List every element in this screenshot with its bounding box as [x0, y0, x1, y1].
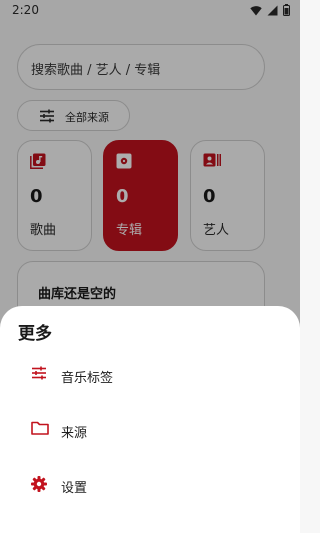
gear-icon	[31, 476, 47, 492]
sheet-item-sources[interactable]: 来源	[0, 408, 300, 452]
folder-icon	[31, 421, 49, 435]
sheet-item-label: 设置	[61, 481, 88, 496]
more-bottom-sheet: 更多 音乐标签 来源 设置	[0, 306, 300, 533]
sheet-item-label: 音乐标签	[61, 371, 114, 386]
sheet-item-music-tags[interactable]: 音乐标签	[0, 353, 300, 397]
sheet-item-settings[interactable]: 设置	[0, 463, 300, 507]
sheet-title: 更多	[18, 324, 52, 344]
tune-sliders-icon	[32, 366, 46, 380]
sheet-item-label: 来源	[61, 426, 88, 441]
